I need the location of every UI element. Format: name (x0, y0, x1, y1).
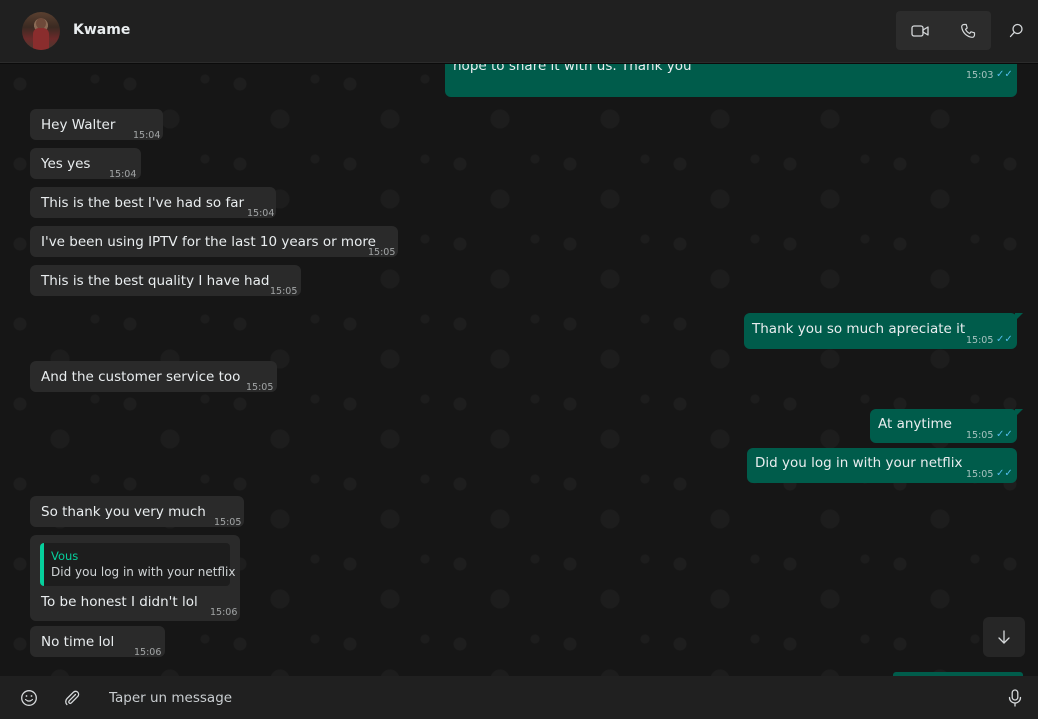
message-time: 15:05 (966, 430, 994, 441)
microphone-icon (1008, 689, 1022, 707)
message-time: 15:04 (133, 130, 161, 141)
message-text: Did you log in with your netflix (755, 455, 963, 471)
message-text: At anytime (878, 416, 952, 432)
message-incoming[interactable]: Yes yes 15:04 (30, 148, 141, 180)
bubble-tail (1015, 313, 1023, 321)
message-time: 15:06 (210, 607, 238, 618)
message-time: 15:04 (109, 169, 137, 180)
message-incoming[interactable]: And the customer service too 15:05 (30, 361, 277, 393)
message-incoming[interactable]: This is the best quality I have had 15:0… (30, 265, 301, 297)
message-time: 15:04 (247, 208, 275, 219)
message-incoming[interactable]: No time lol 15:06 (30, 626, 165, 658)
call-buttons (896, 11, 991, 50)
message-text: This is the best quality I have had (41, 273, 270, 289)
message-incoming[interactable]: I've been using IPTV for the last 10 yea… (30, 226, 398, 258)
message-list[interactable]: hope to share it with us. Thank you 15:0… (0, 64, 1038, 676)
quoted-text: Did you log in with your netflix (51, 565, 236, 579)
message-text: Thank you so much apreciate it (752, 321, 966, 337)
video-camera-icon (910, 24, 929, 37)
message-incoming[interactable]: Hey Walter 15:04 (30, 109, 163, 141)
paperclip-icon (65, 690, 80, 706)
read-ticks-icon: ✓✓ (996, 69, 1013, 80)
scroll-to-bottom-button[interactable] (983, 617, 1025, 657)
message-text: No time lol (41, 634, 115, 650)
composer-bar (0, 676, 1038, 719)
message-outgoing[interactable]: At anytime 15:05 ✓✓ (870, 409, 1017, 443)
message-time: 15:05 (966, 335, 994, 346)
message-input[interactable] (100, 683, 970, 713)
message-incoming[interactable]: So thank you very much 15:05 (30, 496, 244, 528)
voice-call-button[interactable] (944, 11, 991, 50)
avatar[interactable] (22, 12, 60, 50)
message-time: 15:03 (966, 70, 994, 81)
emoji-button[interactable] (15, 684, 43, 712)
attach-button[interactable] (58, 684, 86, 712)
bubble-tail (1015, 409, 1023, 417)
phone-icon (960, 23, 975, 38)
message-text: So thank you very much (41, 504, 206, 520)
arrow-down-icon (998, 630, 1010, 644)
chat-header: Kwame (0, 0, 1038, 63)
message-incoming[interactable]: This is the best I've had so far 15:04 (30, 187, 276, 219)
message-outgoing[interactable]: Did you log in with your netflix 15:05 ✓… (747, 448, 1017, 483)
search-button[interactable] (1002, 11, 1030, 50)
message-time: 15:05 (246, 382, 274, 393)
message-text: To be honest I didn't lol (41, 594, 198, 610)
read-ticks-icon: ✓✓ (996, 468, 1013, 479)
video-call-button[interactable] (896, 11, 943, 50)
read-ticks-icon: ✓✓ (996, 429, 1013, 440)
contact-name[interactable]: Kwame (73, 22, 130, 38)
message-time: 15:05 (966, 469, 994, 480)
message-text: hope to share it with us. Thank you (453, 64, 692, 74)
message-incoming-reply[interactable]: Vous Did you log in with your netflix To… (30, 535, 240, 621)
message-time: 15:05 (368, 247, 396, 258)
quoted-message[interactable]: Vous Did you log in with your netflix (40, 543, 236, 586)
message-time: 15:05 (270, 286, 298, 297)
voice-message-button[interactable] (1001, 684, 1029, 712)
message-outgoing[interactable]: hope to share it with us. Thank you 15:0… (445, 64, 1017, 97)
message-text: I've been using IPTV for the last 10 yea… (41, 234, 376, 250)
emoji-icon (21, 690, 37, 706)
search-icon (1009, 23, 1023, 38)
message-time: 15:06 (134, 647, 162, 658)
message-text: This is the best I've had so far (41, 195, 245, 211)
message-text: Yes yes (41, 156, 91, 172)
message-text: Hey Walter (41, 117, 116, 133)
message-outgoing[interactable]: Thank you so much apreciate it 15:05 ✓✓ (744, 313, 1017, 349)
message-time: 15:05 (214, 517, 242, 528)
message-text: And the customer service too (41, 369, 241, 385)
whatsapp-window: Kwame hope to share it with us. Thank yo… (0, 0, 1038, 719)
read-ticks-icon: ✓✓ (996, 334, 1013, 345)
